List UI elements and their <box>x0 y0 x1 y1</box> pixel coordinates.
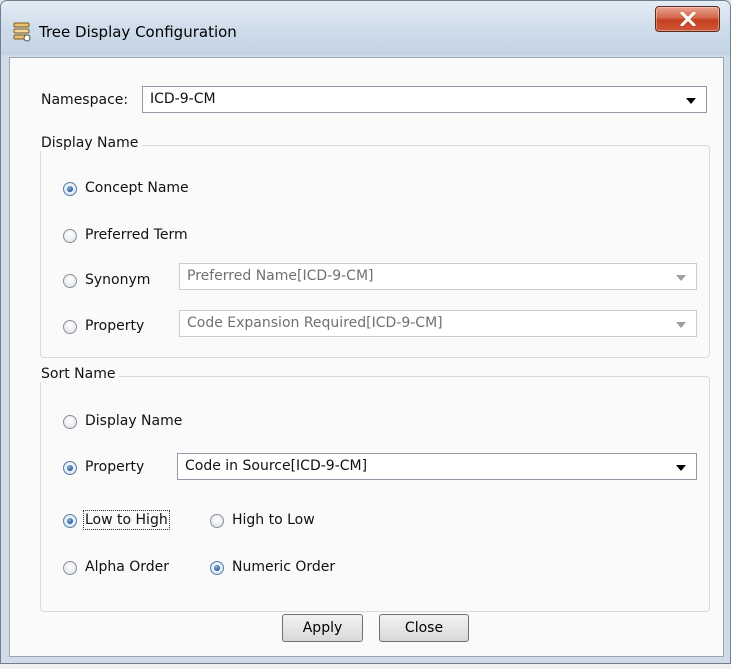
sort-name-group: Sort Name Display Name Property Code in … <box>39 366 710 612</box>
synonym-dropdown[interactable]: Preferred Name[ICD-9-CM] <box>179 263 697 290</box>
radio-selected-icon <box>63 514 77 528</box>
chevron-down-icon <box>686 98 696 104</box>
radio-selected-icon <box>63 461 77 475</box>
dialog-window: Tree Display Configuration Namespace: IC… <box>0 0 731 664</box>
radio-label: Alpha Order <box>85 559 170 575</box>
close-button[interactable]: Close <box>379 614 469 642</box>
synonym-value: Preferred Name[ICD-9-CM] <box>187 268 374 284</box>
sort-property-value: Code in Source[ICD-9-CM] <box>185 458 368 474</box>
radio-icon <box>63 320 77 334</box>
tree-config-icon <box>13 22 31 42</box>
chevron-down-icon <box>676 465 686 471</box>
radio-label: Concept Name <box>85 180 189 196</box>
display-name-group-title: Display Name <box>39 135 143 151</box>
radio-icon <box>63 561 77 575</box>
sort-name-group-title: Sort Name <box>39 366 120 382</box>
window-title: Tree Display Configuration <box>39 23 237 41</box>
apply-button[interactable]: Apply <box>282 614 363 642</box>
radio-label: Property <box>85 318 145 334</box>
radio-label: Synonym <box>85 272 151 288</box>
radio-label: Numeric Order <box>232 559 336 575</box>
chevron-down-icon <box>676 275 686 281</box>
close-icon <box>680 12 696 26</box>
window-close-button[interactable] <box>655 6 720 32</box>
radio-selected-icon <box>210 561 224 575</box>
radio-icon <box>63 415 77 429</box>
radio-label: Property <box>85 459 145 475</box>
radio-icon <box>63 229 77 243</box>
radio-icon <box>63 274 77 288</box>
radio-label: Preferred Term <box>85 227 188 243</box>
chevron-down-icon <box>676 322 686 328</box>
namespace-dropdown[interactable]: ICD-9-CM <box>142 86 707 113</box>
radio-icon <box>210 514 224 528</box>
display-property-value: Code Expansion Required[ICD-9-CM] <box>187 315 443 331</box>
dialog-content: Namespace: ICD-9-CM Display Name Concept… <box>9 57 724 657</box>
namespace-label: Namespace: <box>41 92 129 108</box>
radio-label: Display Name <box>85 413 183 429</box>
namespace-value: ICD-9-CM <box>150 91 216 107</box>
radio-label: High to Low <box>232 512 315 528</box>
radio-selected-icon <box>63 182 77 196</box>
display-name-group: Display Name Concept Name Preferred Term… <box>39 135 710 358</box>
radio-label: Low to High <box>83 510 170 530</box>
title-bar[interactable]: Tree Display Configuration <box>1 1 730 55</box>
display-property-dropdown[interactable]: Code Expansion Required[ICD-9-CM] <box>179 310 697 337</box>
sort-property-dropdown[interactable]: Code in Source[ICD-9-CM] <box>177 453 697 480</box>
